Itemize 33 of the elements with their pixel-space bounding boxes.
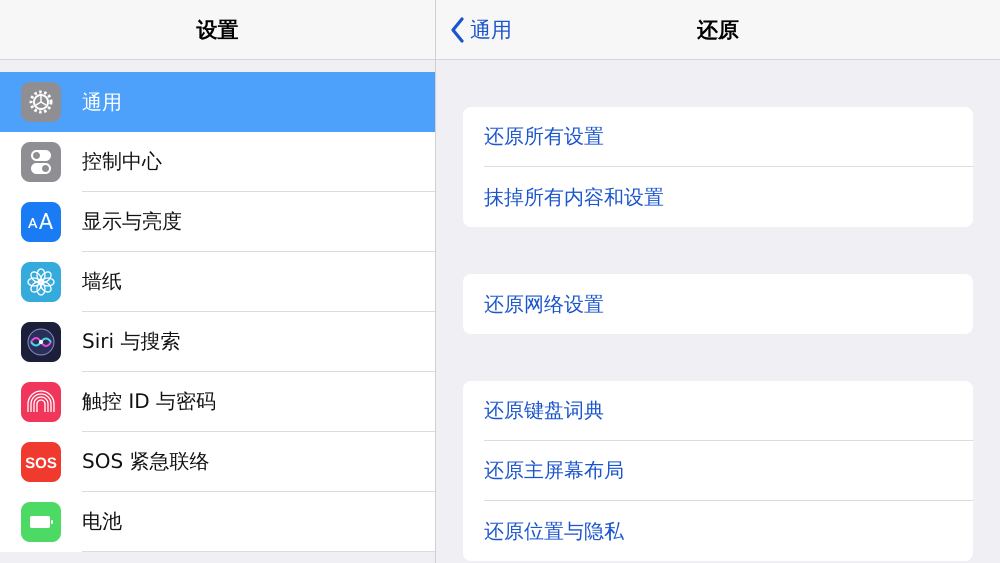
sidebar-item[interactable]: 显示与亮度 — [0, 192, 435, 252]
item-label: 墙纸 — [82, 268, 122, 295]
item-label: SOS 紧急联络 — [82, 448, 210, 475]
reset-option[interactable]: 还原所有设置 — [484, 107, 973, 167]
toggles-icon — [21, 142, 61, 182]
sidebar-item[interactable]: SOS SOS 紧急联络 — [0, 432, 435, 492]
item-label: Siri 与搜索 — [82, 328, 180, 355]
text-size-icon — [21, 202, 61, 242]
sos-icon: SOS — [21, 442, 61, 482]
item-label: 显示与亮度 — [82, 208, 182, 235]
orb-icon — [21, 322, 61, 362]
chevron-left-icon — [450, 17, 464, 43]
page-title: 还原 — [697, 16, 739, 44]
item-label: 通用 — [82, 88, 122, 116]
battery-icon — [21, 502, 61, 542]
item-label: 控制中心 — [82, 148, 162, 175]
reset-option[interactable]: 还原网络设置 — [484, 274, 973, 334]
reset-option[interactable]: 还原主屏幕布局 — [484, 441, 973, 501]
item-label: 电池 — [82, 508, 122, 535]
back-button[interactable]: 通用 — [450, 16, 512, 44]
sidebar-item[interactable]: 电池 — [0, 492, 435, 552]
sidebar-item[interactable]: Siri 与搜索 — [0, 312, 435, 372]
sidebar-title: 设置 — [196, 16, 238, 44]
sidebar-item[interactable]: 触控 ID 与密码 — [0, 372, 435, 432]
sidebar-item[interactable]: 控制中心 — [0, 132, 435, 192]
item-label: 触控 ID 与密码 — [82, 388, 216, 415]
reset-option[interactable]: 还原键盘词典 — [484, 381, 973, 441]
reset-option[interactable]: 还原位置与隐私 — [484, 501, 973, 561]
reset-option[interactable]: 抹掉所有内容和设置 — [484, 167, 973, 227]
settings-icon — [21, 82, 61, 122]
fingerprint-icon — [21, 382, 61, 422]
sidebar-item[interactable]: 墙纸 — [0, 252, 435, 312]
flower-icon — [21, 262, 61, 302]
